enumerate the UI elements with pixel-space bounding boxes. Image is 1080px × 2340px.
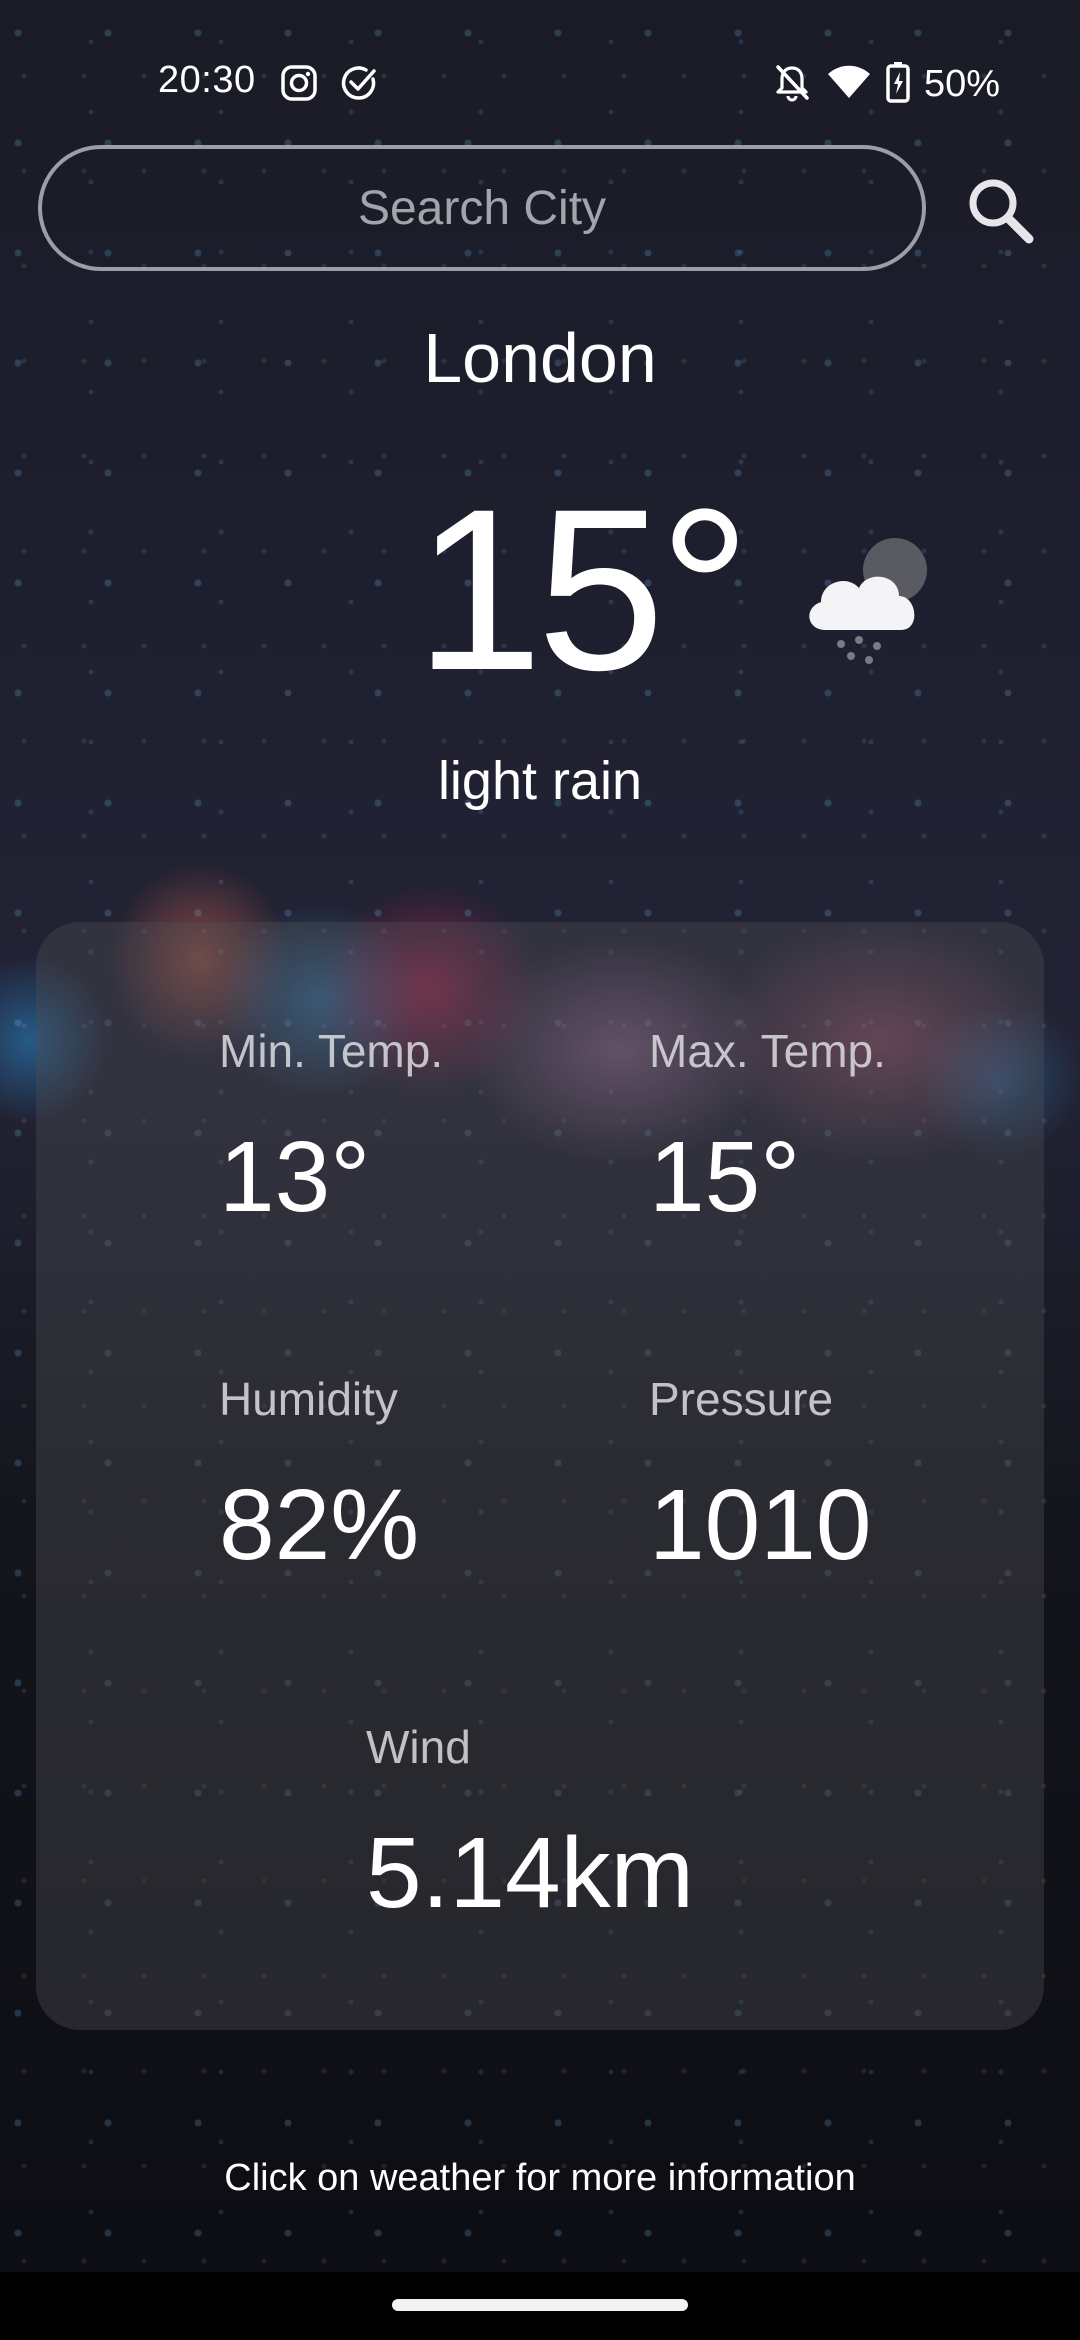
wind-value: 5.14km [366, 1817, 694, 1929]
wifi-icon [826, 62, 872, 107]
humidity-value: 82% [219, 1469, 420, 1581]
max-temp-label: Max. Temp. [649, 1025, 886, 1077]
search-input[interactable] [42, 179, 922, 237]
weather-description: light rain [437, 751, 643, 811]
search-box[interactable] [38, 145, 926, 271]
min-temp-value: 13° [219, 1121, 371, 1233]
cloud-rain-icon[interactable] [795, 530, 945, 670]
status-right-group: 50% [772, 59, 1000, 109]
instagram-icon [279, 63, 319, 103]
status-time: 20:30 [158, 59, 256, 101]
pressure-value: 1010 [649, 1469, 872, 1581]
pressure-label: Pressure [649, 1373, 834, 1425]
navigation-bar [0, 2272, 1080, 2340]
current-temperature[interactable]: 15° [415, 475, 751, 705]
search-icon[interactable] [965, 175, 1035, 245]
check-circle-icon [339, 63, 379, 103]
home-gesture-handle[interactable] [392, 2299, 688, 2311]
weather-details-card[interactable]: Min. Temp. 13° Max. Temp. 15° Humidity 8… [36, 922, 1044, 2030]
battery-percentage: 50% [923, 62, 1000, 105]
weather-screen: 20:30 50% Search City London 15° light r… [0, 0, 1080, 2340]
min-temp-label: Min. Temp. [219, 1025, 444, 1077]
battery-charging-icon [886, 61, 910, 108]
wind-label: Wind [366, 1721, 471, 1773]
bell-off-icon [772, 62, 812, 107]
city-name: London [423, 319, 657, 397]
status-bar: 20:30 50% [0, 55, 1080, 111]
max-temp-value: 15° [649, 1121, 801, 1233]
humidity-label: Humidity [219, 1373, 398, 1425]
more-info-hint: Click on weather for more information [224, 2157, 856, 2199]
